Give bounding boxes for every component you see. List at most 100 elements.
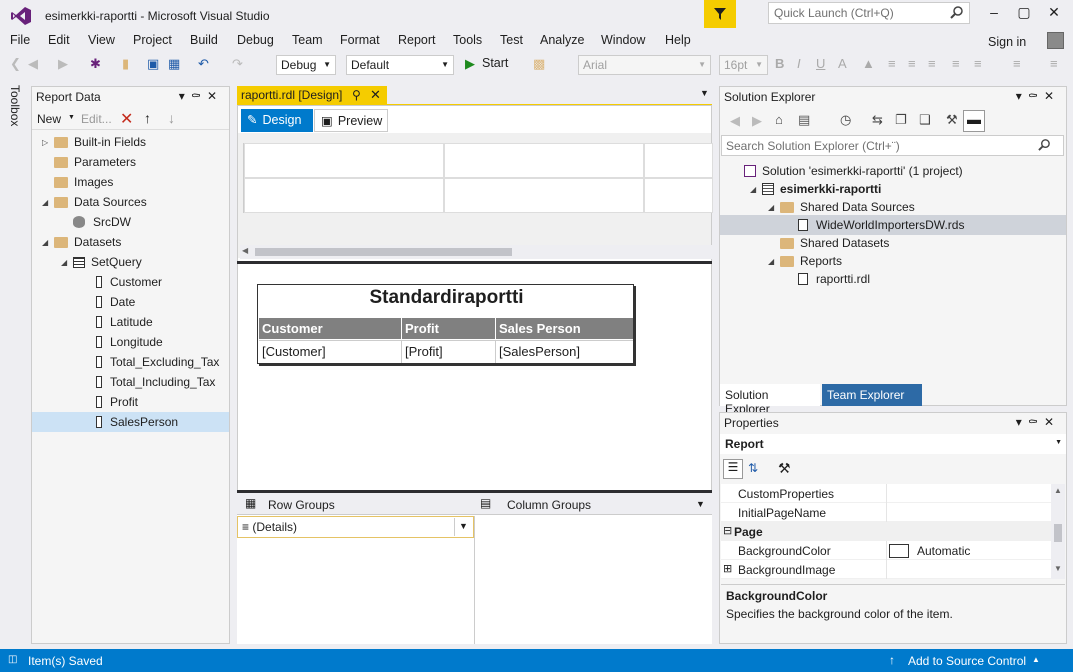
close-icon[interactable]: ✕ [207,89,223,103]
menu-tools[interactable]: Tools [453,33,482,47]
expander-icon[interactable]: ◢ [42,198,54,207]
solution-tree-item[interactable]: ◢ Reports [720,251,1066,271]
save-icon[interactable]: ▣ [147,56,159,72]
redo-icon[interactable]: ↷ [232,56,243,72]
menu-format[interactable]: Format [340,33,380,47]
menu-team[interactable]: Team [292,33,323,47]
table-header-sales-person[interactable]: Sales Person [496,318,633,339]
move-up-icon[interactable]: ↑ [144,110,151,126]
solution-tree-item[interactable]: ◢ Shared Data Sources [720,197,1066,217]
expander-icon[interactable]: ◢ [768,203,780,212]
justify-icon[interactable]: ≡ [952,56,960,71]
alphabetical-icon[interactable]: ⇅ [748,461,758,475]
back-circle-icon[interactable]: ◀ [28,56,38,72]
property-value[interactable]: Automatic [917,544,970,558]
tab-team-explorer[interactable]: Team Explorer [822,384,922,406]
configuration-select[interactable]: Debug ▼ [276,55,336,75]
tab-preview[interactable]: ▣ Preview [314,109,388,132]
toolbox-tab[interactable]: Toolbox [8,85,22,126]
save-all-icon[interactable]: ▦ [168,56,180,72]
properties-object-select[interactable]: Report ▼ [720,434,1066,454]
align-center-icon[interactable]: ≡ [908,56,916,71]
delete-icon[interactable]: ✕ [120,109,133,129]
table-cell-profit[interactable]: [Profit] [402,340,496,363]
document-dropdown-icon[interactable]: ▼ [700,88,709,98]
start-button[interactable]: Start [482,56,508,70]
scroll-down-icon[interactable]: ▼ [1054,564,1062,573]
close-button[interactable]: ✕ [1040,4,1068,24]
close-icon[interactable]: ✕ [1044,415,1060,429]
pin-icon[interactable]: ⚲ [352,88,361,102]
grid-cell[interactable] [644,178,713,213]
report-title[interactable]: Standardiraportti [258,287,635,309]
align-right-icon[interactable]: ≡ [928,56,936,71]
menu-analyze[interactable]: Analyze [540,33,584,47]
tree-item[interactable]: Parameters [32,152,229,172]
dropdown-icon[interactable]: ▾ [1016,415,1028,429]
pin-icon[interactable]: ⚰ [191,89,207,103]
back-icon[interactable]: ❮ [10,56,21,72]
move-down-icon[interactable]: ↓ [168,110,175,126]
tab-design[interactable]: ✎ Design [241,109,313,132]
solution-tree-item[interactable]: Shared Datasets [720,233,1066,253]
minimize-button[interactable]: – [980,4,1008,24]
tree-item[interactable]: Customer [32,272,229,292]
font-select[interactable]: Arial ▼ [578,55,711,75]
fill-color-icon[interactable]: ▲ [862,56,875,71]
refresh-icon[interactable]: ⇆ [872,112,883,128]
italic-icon[interactable]: I [797,56,801,71]
menu-file[interactable]: File [10,33,30,47]
tree-item[interactable]: Images [32,172,229,192]
maximize-button[interactable]: ▢ [1010,4,1038,24]
expander-icon[interactable]: ◢ [750,185,762,194]
quick-launch-input[interactable]: Quick Launch (Ctrl+Q) [768,2,970,24]
expander-icon[interactable]: ◢ [61,258,73,267]
tree-item[interactable]: ◢ Data Sources [32,192,229,212]
solution-tree-item[interactable]: raportti.rdl [720,269,1066,289]
menu-test[interactable]: Test [500,33,523,47]
table-cell-customer[interactable]: [Customer] [259,340,402,363]
chevron-down-icon[interactable]: ▼ [68,114,75,121]
property-pages-icon[interactable]: ⚒ [778,460,791,477]
new-button[interactable]: New [37,112,61,126]
account-avatar-icon[interactable] [1047,32,1064,49]
report-toolbar-icon[interactable]: ▩ [533,56,545,72]
bold-icon[interactable]: B [775,56,784,71]
tree-item[interactable]: Latitude [32,312,229,332]
tree-item[interactable]: ▷ Built-in Fields [32,132,229,152]
pin-icon[interactable]: ⚰ [1028,89,1044,103]
expander-icon[interactable]: ▷ [42,138,54,147]
edit-button[interactable]: Edit... [81,112,112,126]
tree-item[interactable]: SalesPerson [32,412,229,432]
forward-icon[interactable]: ▶ [752,113,762,129]
menu-window[interactable]: Window [601,33,645,47]
color-swatch[interactable] [889,544,909,558]
table-header-profit[interactable]: Profit [402,318,495,339]
properties-scrollbar[interactable]: ▲ ▼ [1051,484,1065,579]
close-icon[interactable]: ✕ [1044,89,1060,103]
tree-item[interactable]: Total_Excluding_Tax [32,352,229,372]
menu-view[interactable]: View [88,33,115,47]
tree-item[interactable]: Profit [32,392,229,412]
pending-changes-icon[interactable]: ◷ [840,112,851,128]
grid-cell[interactable] [444,143,644,178]
scroll-up-icon[interactable]: ▲ [1054,486,1062,495]
tree-item[interactable]: SrcDW [32,212,229,232]
underline-icon[interactable]: U [816,56,825,71]
tree-item[interactable]: Longitude [32,332,229,352]
align-bottom-icon[interactable]: ≡ [1050,56,1058,71]
scrollbar-thumb[interactable] [1054,524,1062,542]
menu-build[interactable]: Build [190,33,218,47]
solution-tree-item[interactable]: Solution 'esimerkki-raportti' (1 project… [720,161,1066,181]
back-icon[interactable]: ◀ [730,113,740,129]
source-control-button[interactable]: Add to Source Control [908,654,1026,668]
table-header-customer[interactable]: Customer [259,318,401,339]
new-project-icon[interactable]: ✱ [90,56,101,72]
property-row[interactable]: ⊞ BackgroundImage [721,560,1051,579]
tree-item[interactable]: ◢ SetQuery [32,252,229,272]
start-icon[interactable]: ▶ [465,56,475,72]
menu-project[interactable]: Project [133,33,172,47]
menu-report[interactable]: Report [398,33,436,47]
report-body[interactable]: Standardiraportti Customer Profit Sales … [257,284,634,364]
document-tab[interactable]: raportti.rdl [Design] ⚲ ✕ [237,86,387,105]
